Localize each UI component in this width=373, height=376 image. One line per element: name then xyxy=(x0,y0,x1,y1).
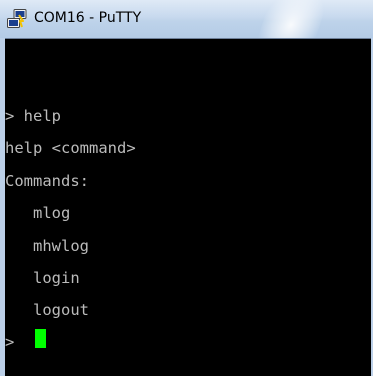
title-bar[interactable]: COM16 - PuTTY xyxy=(0,0,373,38)
title-bar-glare xyxy=(250,0,332,38)
putty-window: COM16 - PuTTY > help help <command> Comm… xyxy=(0,0,373,376)
terminal-line: logout xyxy=(5,301,89,319)
terminal-line: login xyxy=(5,269,80,287)
terminal-prompt: > xyxy=(5,333,24,351)
terminal-line: help <command> xyxy=(5,139,136,157)
putty-icon[interactable] xyxy=(6,8,28,30)
terminal-screen[interactable]: > help help <command> Commands: mlog mhw… xyxy=(5,38,371,376)
terminal-line: > help xyxy=(5,107,61,125)
terminal-line: mlog xyxy=(5,204,71,222)
terminal-cursor xyxy=(35,329,46,348)
terminal-line: mhwlog xyxy=(5,237,89,255)
window-title: COM16 - PuTTY xyxy=(34,10,142,26)
terminal-line: Commands: xyxy=(5,172,89,190)
